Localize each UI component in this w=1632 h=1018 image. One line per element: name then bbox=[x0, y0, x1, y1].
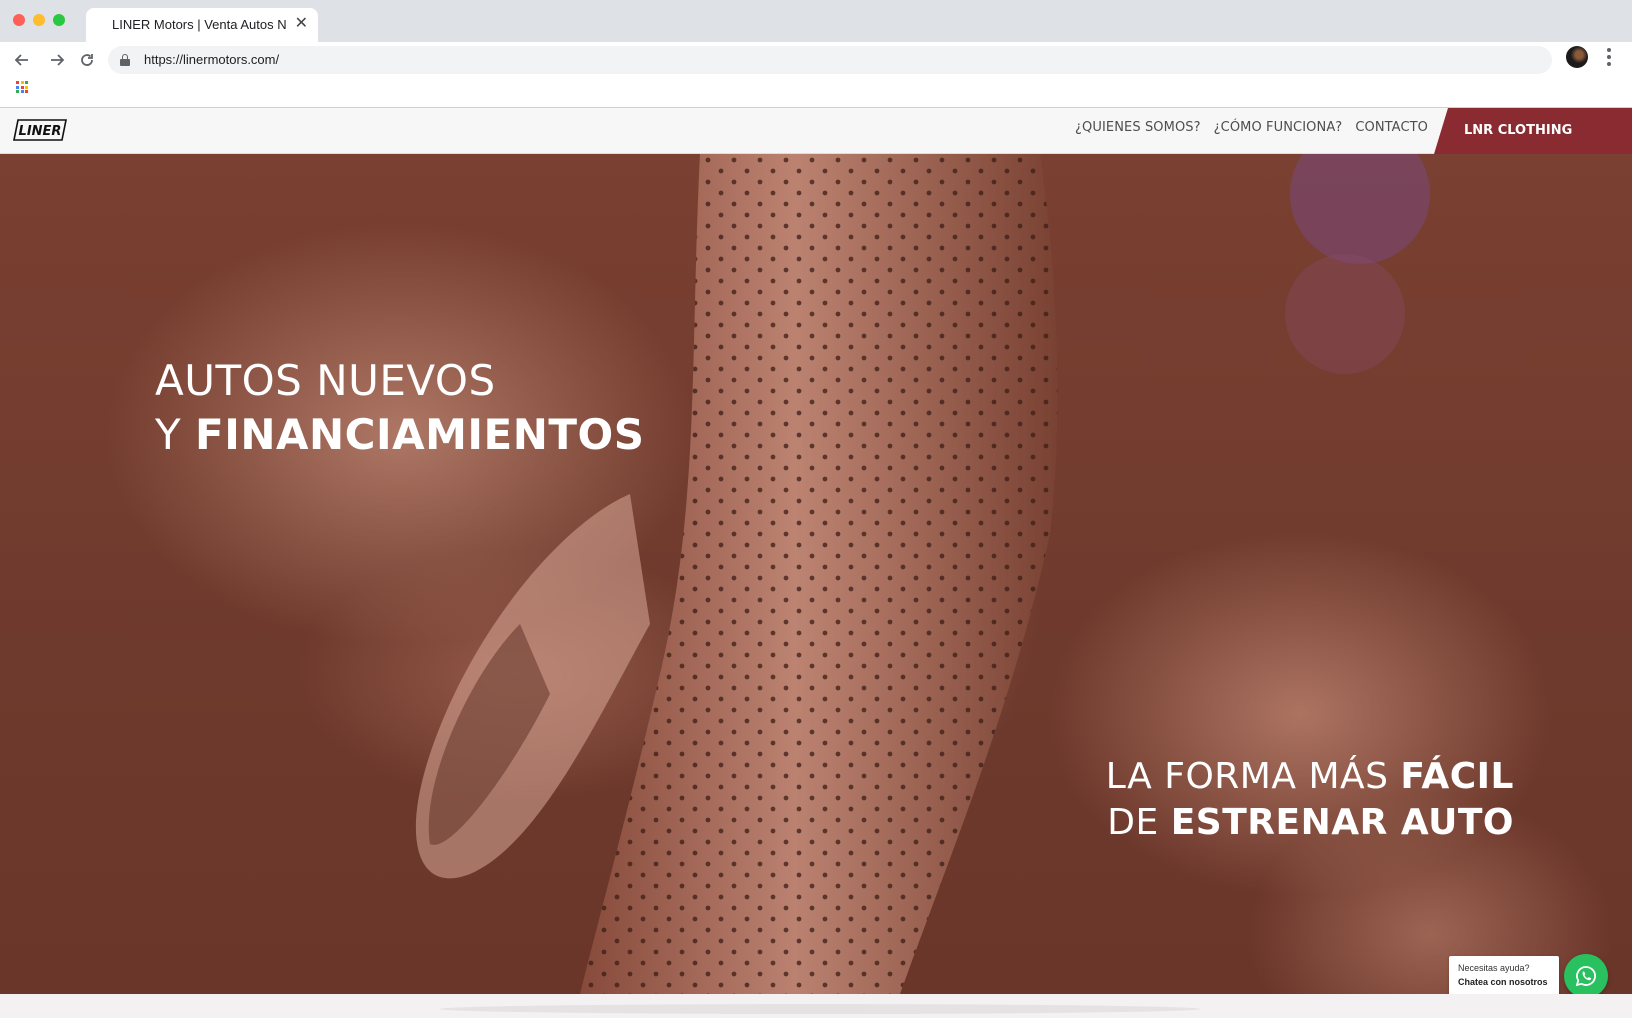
browser-menu-icon[interactable] bbox=[1604, 46, 1614, 70]
chat-prompt-line1: Necesitas ayuda? bbox=[1458, 963, 1530, 973]
browser-toolbar: https://linermotors.com/ bbox=[0, 42, 1632, 80]
whatsapp-button[interactable] bbox=[1564, 954, 1608, 998]
hero-title-line2-prefix: Y bbox=[155, 410, 196, 459]
arrow-right-icon bbox=[51, 54, 65, 66]
hero-title-line2: Y FINANCIAMIENTOS bbox=[155, 408, 644, 462]
hero-title: AUTOS NUEVOS Y FINANCIAMIENTOS bbox=[155, 354, 644, 462]
hero-tagline-line2-bold: ESTRENAR AUTO bbox=[1170, 802, 1514, 843]
tab-close-icon[interactable]: ✕ bbox=[295, 14, 308, 34]
url-text[interactable]: https://linermotors.com/ bbox=[144, 52, 279, 67]
nav-como-funciona[interactable]: ¿CÓMO FUNCIONA? bbox=[1214, 120, 1343, 135]
bookmarks-bar bbox=[0, 80, 1632, 108]
nav-contacto[interactable]: CONTACTO bbox=[1355, 120, 1428, 135]
browser-tab[interactable]: LINER Motors | Venta Autos N ✕ bbox=[86, 8, 318, 42]
tab-title: LINER Motors | Venta Autos N bbox=[112, 17, 287, 32]
hero-tagline-line1: LA FORMA MÁS FÁCIL bbox=[1106, 754, 1514, 800]
maximize-window-button[interactable] bbox=[53, 14, 65, 26]
site-header: LINER ¿QUIENES SOMOS? ¿CÓMO FUNCIONA? CO… bbox=[0, 108, 1632, 154]
steering-wheel-photo bbox=[415, 154, 1430, 994]
back-button[interactable] bbox=[8, 46, 36, 74]
apps-icon[interactable] bbox=[16, 81, 28, 93]
chat-prompt-line2: Chatea con nosotros bbox=[1458, 977, 1548, 987]
lnr-clothing-button[interactable]: LNR CLOTHING bbox=[1434, 108, 1632, 154]
hero-tagline-line1-bold: FÁCIL bbox=[1400, 756, 1514, 797]
chat-prompt[interactable]: Necesitas ayuda? Chatea con nosotros bbox=[1449, 956, 1559, 996]
whatsapp-icon bbox=[1575, 966, 1596, 987]
lock-icon bbox=[120, 54, 130, 66]
hero-banner: AUTOS NUEVOS Y FINANCIAMIENTOS LA FORMA … bbox=[0, 154, 1632, 994]
hero-tagline-line1-prefix: LA FORMA MÁS bbox=[1105, 756, 1401, 797]
hero-tagline-line2: DE ESTRENAR AUTO bbox=[1106, 800, 1514, 846]
hero-title-line2-bold: FINANCIAMIENTOS bbox=[195, 410, 645, 459]
minimize-window-button[interactable] bbox=[33, 14, 45, 26]
page-bottom-strip bbox=[0, 994, 1632, 1018]
arrow-left-icon bbox=[14, 54, 28, 66]
liner-logo[interactable]: LINER bbox=[12, 118, 68, 142]
lnr-clothing-label: LNR CLOTHING bbox=[1464, 123, 1573, 138]
profile-avatar[interactable] bbox=[1566, 46, 1588, 68]
reload-icon bbox=[81, 54, 93, 66]
browser-tabstrip: LINER Motors | Venta Autos N ✕ bbox=[0, 0, 1632, 42]
address-bar[interactable]: https://linermotors.com/ bbox=[108, 46, 1552, 74]
logo-text: LINER bbox=[19, 124, 62, 139]
reload-button[interactable] bbox=[73, 46, 101, 74]
hero-tagline: LA FORMA MÁS FÁCIL DE ESTRENAR AUTO bbox=[1106, 754, 1514, 846]
hero-title-line1: AUTOS NUEVOS bbox=[155, 356, 496, 405]
close-window-button[interactable] bbox=[13, 14, 25, 26]
nav-quienes-somos[interactable]: ¿QUIENES SOMOS? bbox=[1075, 120, 1201, 135]
forward-button[interactable] bbox=[43, 46, 71, 74]
hero-tagline-line2-prefix: DE bbox=[1107, 802, 1171, 843]
main-nav: ¿QUIENES SOMOS? ¿CÓMO FUNCIONA? CONTACTO bbox=[1075, 120, 1428, 135]
